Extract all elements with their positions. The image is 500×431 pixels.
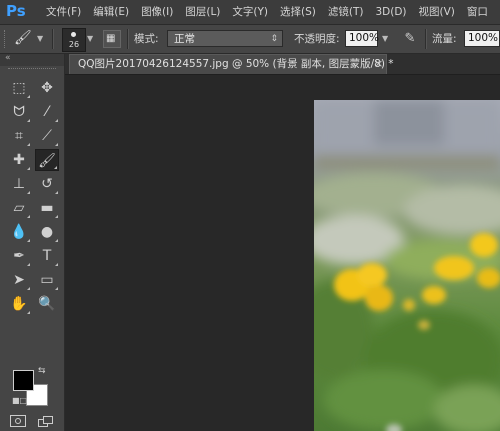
menu-list: 文件(F) 编辑(E) 图像(I) 图层(L) 文字(Y) 选择(S) 滤镜(T… [40,0,494,24]
updown-arrows-icon: ⇕ [270,34,278,44]
menu-select[interactable]: 选择(S) [274,0,322,24]
menu-view[interactable]: 视图(V) [413,0,461,24]
collapse-icon[interactable]: « [5,53,11,63]
menu-3d[interactable]: 3D(D) [369,0,412,24]
document-tab-bar: QQ图片20170426124557.jpg @ 50% (背景 副本, 图层蒙… [65,54,500,75]
lasso-icon[interactable]: ᗢ [7,101,31,123]
canvas-image [314,100,500,431]
divider [425,29,427,49]
brush-size-value: 26 [68,40,80,49]
chevron-down-icon: ▼ [37,34,44,43]
options-bar-grip[interactable] [4,30,8,48]
clone-stamp-icon[interactable]: ⊥ [7,173,31,195]
rectangular-marquee-icon[interactable]: ⬚ [7,77,31,99]
dodge-icon[interactable]: ● [35,221,59,243]
foreground-color-swatch[interactable] [13,370,34,391]
move-icon[interactable]: ✥ [35,77,59,99]
document-tab[interactable]: QQ图片20170426124557.jpg @ 50% (背景 副本, 图层蒙… [69,54,394,74]
menu-bar: Ps 文件(F) 编辑(E) 图像(I) 图层(L) 文字(Y) 选择(S) 滤… [0,0,500,25]
mode-label: 模式: [134,33,159,45]
document-title: QQ图片20170426124557.jpg @ 50% (背景 副本, 图层蒙… [78,58,394,70]
menu-layer[interactable]: 图层(L) [179,0,226,24]
spot-healing-brush-icon[interactable]: ✚ [7,149,31,171]
flow-input[interactable]: 100% [464,30,500,47]
swap-colors-icon[interactable]: ⇆ [38,366,46,376]
photoshop-logo: Ps [6,2,26,20]
opacity-input[interactable]: 100% [345,30,379,47]
document-canvas[interactable] [314,100,500,431]
default-colors-icon[interactable]: ■□ [12,396,27,405]
brush-tip-icon [71,32,76,37]
tools-panel-header: « [0,53,64,66]
workspace [65,75,500,431]
tools-panel: « ⬚ ✥ ᗢ ⁄ ⌗ ⟋ ✚ 🖌 ⊥ ↺ ▱ ▬ 💧 ● ✒ T ➤ ▭ ✋ … [0,53,65,431]
blur-icon[interactable]: 💧 [7,221,31,243]
rectangle-icon[interactable]: ▭ [35,269,59,291]
menu-image[interactable]: 图像(I) [135,0,179,24]
crop-icon[interactable]: ⌗ [7,125,31,147]
divider [52,29,54,49]
history-brush-icon[interactable]: ↺ [35,173,59,195]
menu-window[interactable]: 窗口 [461,0,494,24]
hand-icon[interactable]: ✋ [7,293,31,315]
menu-filter[interactable]: 滤镜(T) [322,0,370,24]
chevron-down-icon[interactable]: ▼ [87,34,93,43]
screen-mode-icon[interactable] [38,416,54,428]
brush-panel-icon: ▦ [106,33,116,44]
blend-mode-select[interactable]: 正常 ⇕ [167,30,283,47]
quick-selection-icon[interactable]: ⁄ [35,101,59,123]
menu-edit[interactable]: 编辑(E) [87,0,135,24]
menu-file[interactable]: 文件(F) [40,0,87,24]
opacity-label: 不透明度: [294,33,340,45]
tool-preset-picker[interactable]: 🖌 ▼ [12,29,44,49]
flow-label: 流量: [432,33,457,45]
quick-mask-icon[interactable] [10,415,26,427]
close-tab-icon[interactable]: × [374,54,383,73]
divider [127,29,129,49]
brush-panel-toggle-button[interactable]: ▦ [103,30,121,48]
brush-icon: 🖌 [14,30,32,46]
opacity-dropdown-icon[interactable]: ▼ [382,34,388,43]
options-bar: 🖌 ▼ 26 ▼ ▦ 模式: 正常 ⇕ 不透明度: 100% ▼ ✎ 流量: 1… [0,25,500,54]
tools-panel-grip[interactable] [8,68,56,71]
brush-icon[interactable]: 🖌 [35,149,59,171]
gradient-icon[interactable]: ▬ [35,197,59,219]
eyedropper-icon[interactable]: ⟋ [35,125,59,147]
menu-type[interactable]: 文字(Y) [226,0,274,24]
brush-preset-picker[interactable]: 26 [62,28,86,52]
eraser-icon[interactable]: ▱ [7,197,31,219]
pressure-opacity-icon[interactable]: ✎ [400,30,420,48]
blend-mode-value: 正常 [174,33,195,45]
pen-icon[interactable]: ✒ [7,245,31,267]
type-icon[interactable]: T [35,245,59,267]
zoom-icon[interactable]: 🔍 [35,293,59,315]
path-selection-icon[interactable]: ➤ [7,269,31,291]
